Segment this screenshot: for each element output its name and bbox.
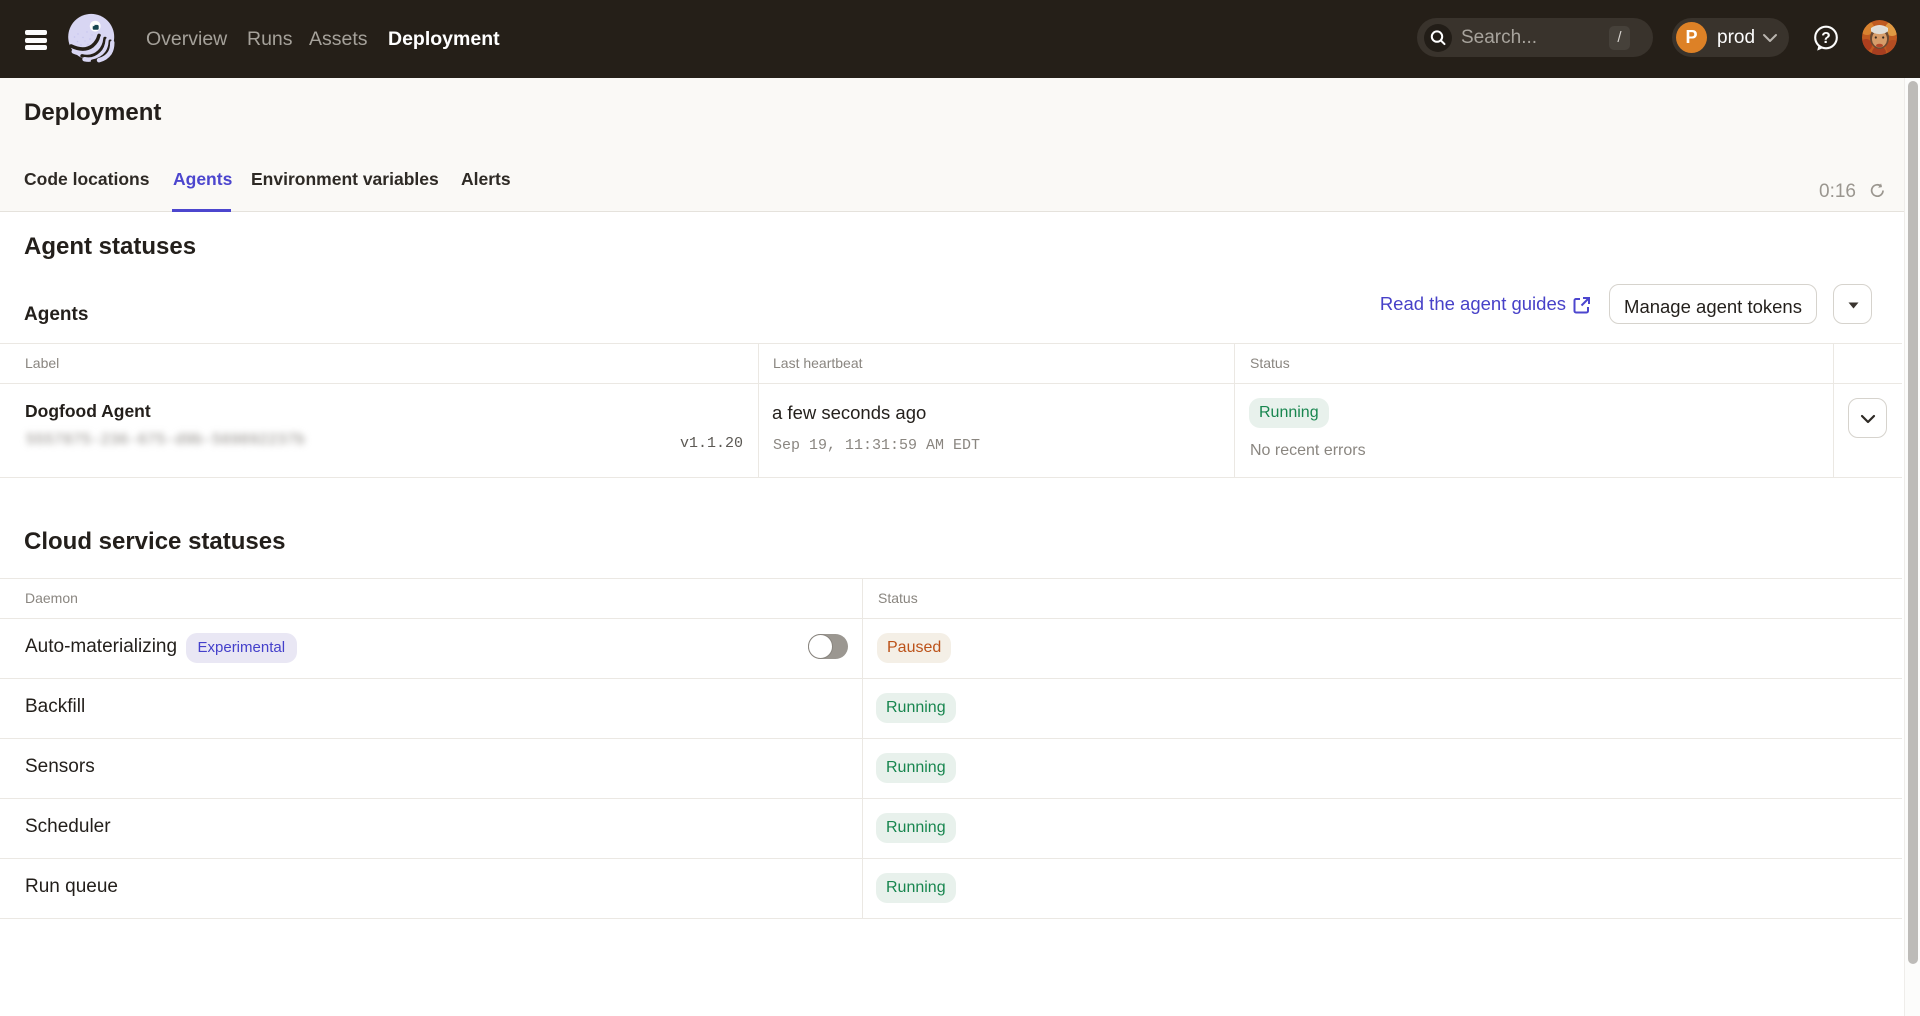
svg-text:?: ? <box>1821 30 1830 47</box>
